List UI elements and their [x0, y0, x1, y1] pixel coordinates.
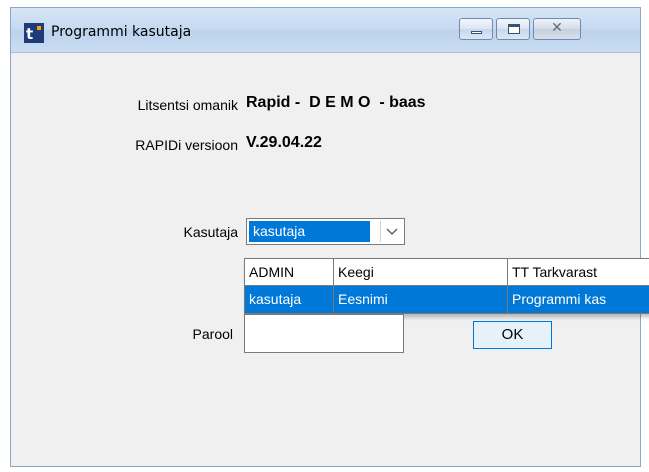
- maximize-icon: [508, 24, 520, 34]
- user-label: Kasutaja: [183, 224, 238, 240]
- close-icon: ✕: [551, 20, 563, 36]
- password-field[interactable]: [244, 314, 404, 353]
- password-label: Parool: [192, 326, 233, 342]
- user-dropdown-list[interactable]: ADMIN Keegi TT Tarkvarast kasutaja Eesni…: [244, 258, 649, 314]
- app-logo-icon: t: [24, 23, 44, 43]
- login-dialog: t Programmi kasutaja ✕ Litsentsi omanik …: [10, 7, 649, 467]
- version-label: RAPIDi versioon: [135, 137, 238, 153]
- option-description: TT Tarkvarast: [512, 264, 598, 280]
- minimize-button[interactable]: [459, 18, 493, 40]
- version-value: V.29.04.22: [246, 134, 322, 151]
- option-description: Programmi kas: [512, 291, 607, 307]
- option-username: kasutaja: [245, 286, 334, 313]
- ok-button[interactable]: OK: [473, 321, 552, 349]
- option-name: Keegi: [334, 259, 508, 286]
- svg-text:t: t: [26, 25, 33, 43]
- option-name: Eesnimi: [334, 286, 508, 313]
- user-combobox[interactable]: kasutaja: [246, 218, 405, 245]
- user-selected-value: kasutaja: [249, 221, 370, 242]
- close-button[interactable]: ✕: [533, 18, 581, 40]
- chevron-down-icon[interactable]: [380, 221, 402, 242]
- dropdown-option-admin[interactable]: ADMIN Keegi TT Tarkvarast: [245, 259, 649, 286]
- minimize-icon: [471, 31, 482, 34]
- maximize-button[interactable]: [496, 18, 530, 40]
- owner-value: Rapid - D E M O - baas: [246, 94, 426, 111]
- dropdown-option-kasutaja[interactable]: kasutaja Eesnimi Programmi kas: [245, 286, 649, 313]
- window-title: Programmi kasutaja: [51, 24, 192, 40]
- title-bar[interactable]: t Programmi kasutaja ✕: [11, 8, 640, 53]
- option-username: ADMIN: [245, 259, 334, 286]
- owner-label: Litsentsi omanik: [137, 97, 238, 113]
